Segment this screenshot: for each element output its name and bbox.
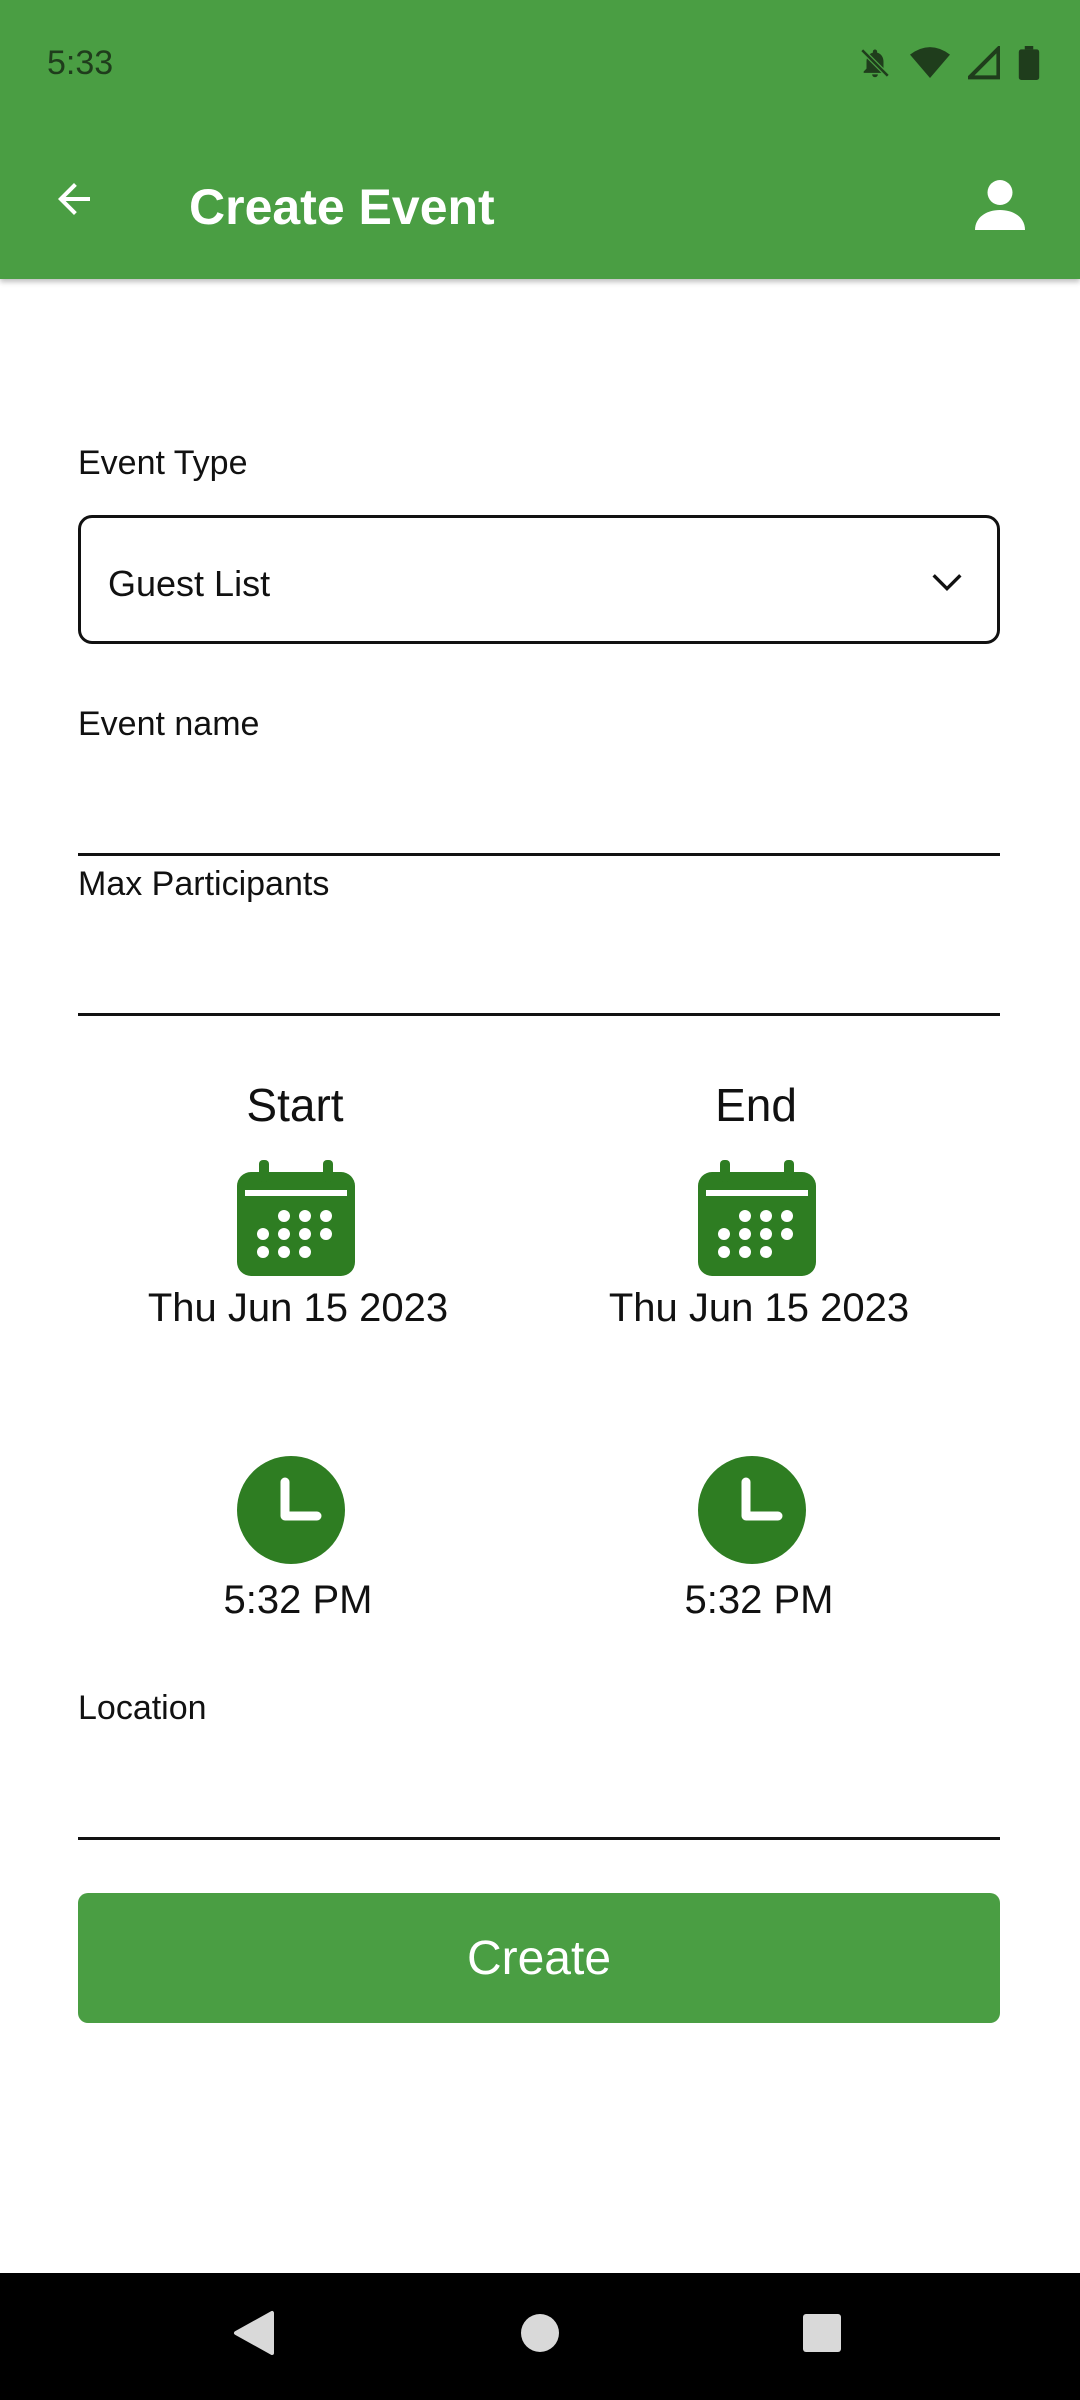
page-title: Create Event bbox=[189, 179, 495, 235]
app-bar: 5:33 Create Event bbox=[0, 0, 1080, 279]
battery-icon bbox=[1018, 46, 1040, 85]
start-time-text: 5:32 PM bbox=[223, 1578, 373, 1622]
status-time: 5:33 bbox=[47, 44, 114, 82]
person-icon bbox=[970, 175, 1030, 240]
back-triangle-icon bbox=[232, 2310, 276, 2361]
event-name-input[interactable] bbox=[78, 796, 1000, 856]
system-nav-bar bbox=[0, 2273, 1080, 2400]
chevron-down-icon bbox=[927, 562, 967, 607]
notifications-off-icon bbox=[858, 46, 892, 85]
calendar-icon bbox=[237, 1160, 355, 1280]
event-name-label: Event name bbox=[78, 705, 260, 743]
calendar-icon bbox=[698, 1160, 816, 1280]
wifi-icon bbox=[910, 46, 950, 85]
status-icons bbox=[858, 43, 1040, 85]
start-date-button[interactable] bbox=[237, 1160, 355, 1281]
start-date-text: Thu Jun 15 2023 bbox=[147, 1286, 449, 1330]
arrow-left-icon bbox=[50, 175, 98, 228]
create-button-label: Create bbox=[466, 1931, 612, 1985]
signal-icon bbox=[964, 43, 1001, 85]
location-label: Location bbox=[78, 1689, 207, 1727]
end-date-text: Thu Jun 15 2023 bbox=[608, 1286, 910, 1330]
back-button[interactable] bbox=[38, 165, 110, 237]
end-date-button[interactable] bbox=[698, 1160, 816, 1281]
start-title: Start bbox=[246, 1079, 344, 1131]
clock-icon bbox=[698, 1456, 806, 1568]
end-title: End bbox=[715, 1079, 797, 1131]
end-time-button[interactable] bbox=[698, 1456, 806, 1569]
event-type-dropdown[interactable]: Guest List bbox=[78, 515, 1000, 644]
start-time-button[interactable] bbox=[237, 1456, 345, 1569]
nav-recents-button[interactable] bbox=[790, 2303, 854, 2367]
recents-square-icon bbox=[802, 2313, 842, 2358]
max-participants-label: Max Participants bbox=[78, 865, 330, 903]
profile-button[interactable] bbox=[958, 165, 1042, 249]
event-type-value: Guest List bbox=[108, 563, 271, 604]
max-participants-input[interactable] bbox=[78, 956, 1000, 1016]
nav-back-button[interactable] bbox=[222, 2303, 286, 2367]
end-time-text: 5:32 PM bbox=[684, 1578, 834, 1622]
event-type-label: Event Type bbox=[78, 444, 248, 482]
clock-icon bbox=[237, 1456, 345, 1568]
create-button[interactable]: Create bbox=[78, 1893, 1000, 2023]
location-input[interactable] bbox=[78, 1780, 1000, 1840]
nav-home-button[interactable] bbox=[508, 2303, 572, 2367]
home-circle-icon bbox=[520, 2313, 560, 2358]
